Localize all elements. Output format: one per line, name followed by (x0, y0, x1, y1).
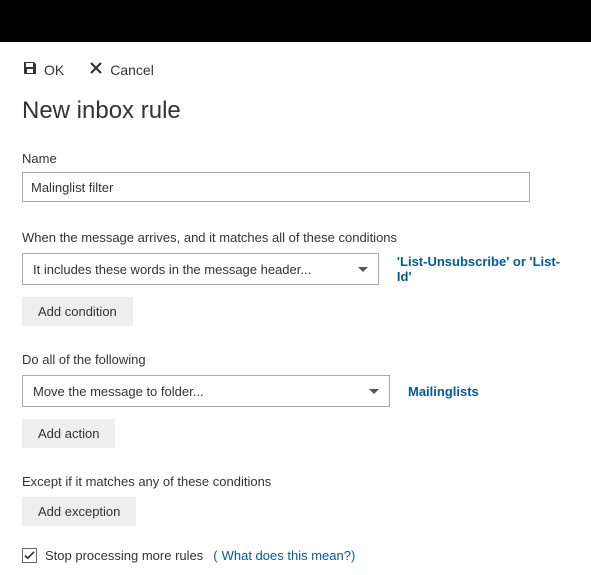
ok-label: OK (44, 62, 64, 78)
check-icon (24, 550, 35, 561)
caret-down-icon (369, 389, 379, 394)
window-header-bar (0, 0, 591, 42)
toolbar: OK Cancel (22, 60, 569, 79)
name-label: Name (22, 151, 569, 166)
save-icon (22, 60, 38, 79)
conditions-value-link[interactable]: 'List-Unsubscribe' or 'List-Id' (397, 254, 569, 284)
actions-dropdown-value: Move the message to folder... (33, 384, 204, 399)
conditions-dropdown-value: It includes these words in the message h… (33, 262, 311, 277)
actions-section-label: Do all of the following (22, 352, 569, 367)
add-action-button[interactable]: Add action (22, 419, 115, 448)
stop-processing-checkbox[interactable] (22, 548, 37, 563)
stop-processing-help: (What does this mean?) (211, 548, 355, 563)
stop-processing-row: Stop processing more rules (What does th… (22, 548, 569, 563)
actions-row: Move the message to folder... Mailinglis… (22, 375, 569, 407)
what-does-this-mean-link[interactable]: What does this mean? (222, 548, 351, 563)
content-area: OK Cancel New inbox rule Name When the m… (0, 42, 591, 575)
conditions-dropdown[interactable]: It includes these words in the message h… (22, 253, 379, 285)
add-condition-button[interactable]: Add condition (22, 297, 133, 326)
add-exception-button[interactable]: Add exception (22, 497, 136, 526)
cancel-button[interactable]: Cancel (88, 60, 154, 79)
stop-processing-label: Stop processing more rules (45, 548, 203, 563)
name-input[interactable] (22, 172, 530, 202)
actions-dropdown[interactable]: Move the message to folder... (22, 375, 390, 407)
page-title: New inbox rule (22, 97, 569, 125)
ok-button[interactable]: OK (22, 60, 64, 79)
close-icon (88, 60, 104, 79)
conditions-section-label: When the message arrives, and it matches… (22, 230, 569, 245)
exceptions-section-label: Except if it matches any of these condit… (22, 474, 569, 489)
cancel-label: Cancel (110, 62, 154, 78)
conditions-row: It includes these words in the message h… (22, 253, 569, 285)
caret-down-icon (358, 267, 368, 272)
actions-value-link[interactable]: Mailinglists (408, 384, 479, 399)
